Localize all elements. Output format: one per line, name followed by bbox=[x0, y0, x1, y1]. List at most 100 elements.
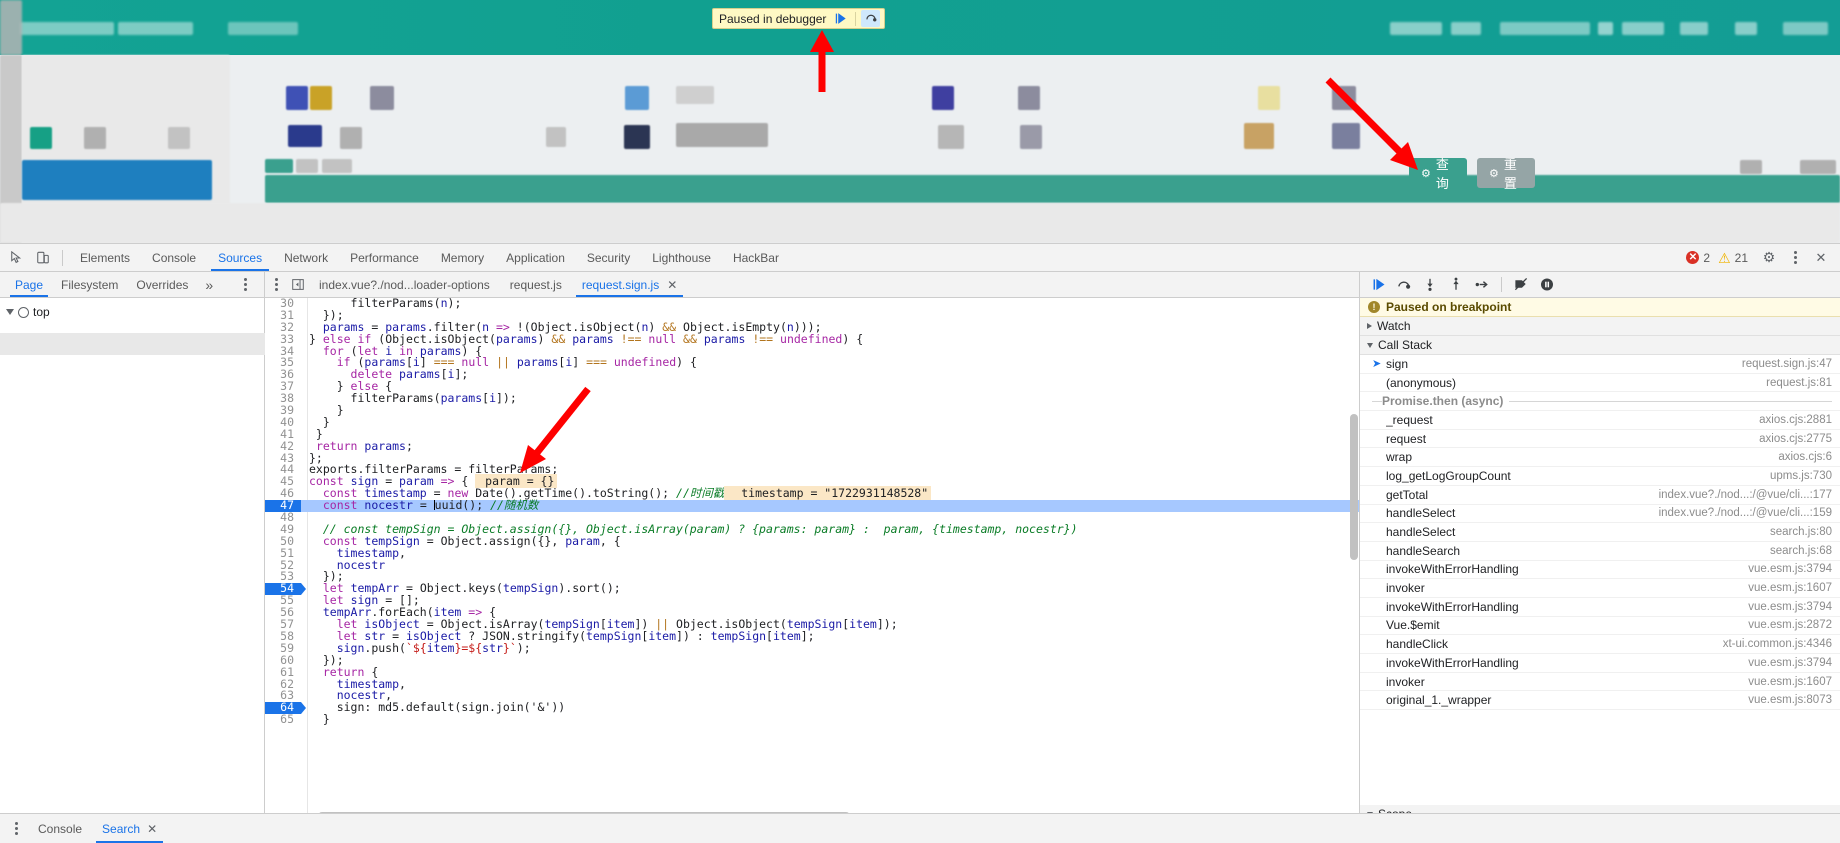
code-line-41[interactable]: 41 } bbox=[265, 428, 1359, 441]
call-stack-row[interactable]: invokeWithErrorHandling vue.esm.js:3794 bbox=[1360, 561, 1840, 580]
line-number[interactable]: 65 bbox=[265, 713, 301, 726]
call-stack-row[interactable]: handleSelect index.vue?./nod...:/@vue/cli… bbox=[1360, 505, 1840, 524]
section-watch[interactable]: Watch bbox=[1360, 317, 1840, 336]
code-line-61[interactable]: 61 return { bbox=[265, 666, 1359, 679]
call-stack-location[interactable]: request.js:81 bbox=[1766, 377, 1832, 389]
code-line-42[interactable]: 42 return params; bbox=[265, 440, 1359, 453]
call-stack-row[interactable]: original_1._wrapper vue.esm.js:8073 bbox=[1360, 691, 1840, 711]
call-stack-location[interactable]: index.vue?./nod...:/@vue/cli...:177 bbox=[1659, 489, 1832, 501]
code-line-62[interactable]: 62 timestamp, bbox=[265, 678, 1359, 691]
code-line-52[interactable]: 52 nocestr bbox=[265, 559, 1359, 572]
call-stack-location[interactable]: vue.esm.js:3794 bbox=[1748, 657, 1832, 669]
call-stack-row[interactable]: invokeWithErrorHandling vue.esm.js:3794 bbox=[1360, 598, 1840, 617]
tab-security[interactable]: Security bbox=[576, 244, 641, 271]
step-out-icon[interactable] bbox=[1444, 274, 1468, 296]
step-over-icon[interactable] bbox=[1392, 274, 1416, 296]
tab-network[interactable]: Network bbox=[273, 244, 339, 271]
pause-on-exceptions-icon[interactable] bbox=[1535, 274, 1559, 296]
resume-script-icon[interactable] bbox=[831, 10, 850, 27]
nav-tab-page[interactable]: Page bbox=[6, 272, 52, 297]
tab-memory[interactable]: Memory bbox=[430, 244, 495, 271]
code-line-65[interactable]: 65 } bbox=[265, 713, 1359, 726]
nav-more-tabs-button[interactable]: » bbox=[197, 277, 221, 293]
code-line-50[interactable]: 50 const tempSign = Object.assign({}, pa… bbox=[265, 535, 1359, 548]
editor-tab-request-sign-js[interactable]: request.sign.js ✕ bbox=[572, 272, 687, 297]
reset-button[interactable]: ⚙ 重置 bbox=[1477, 157, 1535, 191]
code-line-39[interactable]: 39 } bbox=[265, 404, 1359, 417]
step-over-icon[interactable] bbox=[861, 10, 881, 27]
code-line-40[interactable]: 40 } bbox=[265, 416, 1359, 429]
call-stack-row[interactable]: Promise.then (async) bbox=[1360, 392, 1840, 412]
editor-menu-icon[interactable] bbox=[265, 272, 287, 298]
call-stack-location[interactable]: vue.esm.js:2872 bbox=[1748, 619, 1832, 631]
call-stack-location[interactable]: xt-ui.common.js:4346 bbox=[1723, 638, 1832, 650]
code-line-51[interactable]: 51 timestamp, bbox=[265, 547, 1359, 560]
call-stack-row[interactable]: _request axios.cjs:2881 bbox=[1360, 411, 1840, 430]
call-stack-row[interactable]: wrap axios.cjs:6 bbox=[1360, 448, 1840, 468]
call-stack-location[interactable]: upms.js:730 bbox=[1770, 470, 1832, 482]
call-stack-row[interactable]: invoker vue.esm.js:1607 bbox=[1360, 673, 1840, 692]
step-into-icon[interactable] bbox=[1418, 274, 1442, 296]
code-line-59[interactable]: 59 sign.push(`${item}=${str}`); bbox=[265, 642, 1359, 655]
navigator-menu-icon[interactable] bbox=[234, 272, 256, 297]
tab-hackbar[interactable]: HackBar bbox=[722, 244, 790, 271]
error-count-badge[interactable]: ✕ 2 bbox=[1686, 251, 1716, 265]
call-stack-location[interactable]: vue.esm.js:3794 bbox=[1748, 601, 1832, 613]
call-stack-row[interactable]: Vue.$emit vue.esm.js:2872 bbox=[1360, 617, 1840, 636]
editor-tab-request-js[interactable]: request.js bbox=[500, 272, 572, 297]
show-navigator-icon[interactable] bbox=[287, 272, 309, 298]
call-stack-location[interactable]: index.vue?./nod...:/@vue/cli...:159 bbox=[1659, 507, 1832, 519]
call-stack-row[interactable]: ➤ sign request.sign.js:47 bbox=[1360, 355, 1840, 374]
code-editor[interactable]: 30 filterParams(n); 31 }); 32 params = par… bbox=[265, 298, 1359, 821]
code-line-30[interactable]: 30 filterParams(n); bbox=[265, 298, 1359, 310]
deactivate-breakpoints-icon[interactable] bbox=[1509, 274, 1533, 296]
nav-tab-overrides[interactable]: Overrides bbox=[127, 272, 197, 297]
drawer-tab-search[interactable]: Search ✕ bbox=[92, 814, 167, 843]
drawer-tab-console[interactable]: Console bbox=[28, 814, 92, 843]
call-stack-row[interactable]: handleClick xt-ui.common.js:4346 bbox=[1360, 635, 1840, 654]
tab-console[interactable]: Console bbox=[141, 244, 207, 271]
close-icon[interactable]: ✕ bbox=[147, 822, 157, 836]
warning-count-badge[interactable]: ⚠ 21 bbox=[1718, 251, 1754, 265]
call-stack-location[interactable]: search.js:68 bbox=[1770, 545, 1832, 557]
kebab-menu-icon[interactable] bbox=[1784, 246, 1806, 270]
call-stack-row[interactable]: (anonymous) request.js:81 bbox=[1360, 374, 1840, 393]
tree-item-top[interactable]: top bbox=[0, 303, 264, 321]
code-lines-container[interactable]: 30 filterParams(n); 31 }); 32 params = par… bbox=[265, 298, 1359, 821]
gear-icon[interactable]: ⚙ bbox=[1756, 246, 1782, 270]
section-call-stack[interactable]: Call Stack bbox=[1360, 336, 1840, 355]
tab-elements[interactable]: Elements bbox=[69, 244, 141, 271]
call-stack-location[interactable]: vue.esm.js:3794 bbox=[1748, 563, 1832, 575]
call-stack-location[interactable]: axios.cjs:6 bbox=[1778, 451, 1832, 463]
code-line-47[interactable]: 47 const nocestr = uuid(); //随机数 bbox=[265, 499, 1359, 513]
query-button[interactable]: ⚙ 查询 bbox=[1409, 157, 1467, 191]
call-stack-row[interactable]: log_getLogGroupCount upms.js:730 bbox=[1360, 467, 1840, 486]
call-stack-location[interactable]: request.sign.js:47 bbox=[1742, 358, 1832, 370]
call-stack-location[interactable]: axios.cjs:2881 bbox=[1759, 414, 1832, 426]
tab-performance[interactable]: Performance bbox=[339, 244, 430, 271]
call-stack-location[interactable]: vue.esm.js:1607 bbox=[1748, 582, 1832, 594]
tab-lighthouse[interactable]: Lighthouse bbox=[641, 244, 722, 271]
code-line-36[interactable]: 36 delete params[i]; bbox=[265, 368, 1359, 381]
nav-tab-filesystem[interactable]: Filesystem bbox=[52, 272, 127, 297]
call-stack-row[interactable]: invoker vue.esm.js:1607 bbox=[1360, 579, 1840, 598]
code-line-64[interactable]: 64 sign: md5.default(sign.join('&')) bbox=[265, 701, 1359, 715]
call-stack-row[interactable]: invokeWithErrorHandling vue.esm.js:3794 bbox=[1360, 654, 1840, 673]
close-icon[interactable]: ✕ bbox=[1808, 246, 1834, 270]
code-line-54[interactable]: 54 let tempArr = Object.keys(tempSign).s… bbox=[265, 582, 1359, 596]
call-stack-location[interactable]: axios.cjs:2775 bbox=[1759, 433, 1832, 445]
drawer-menu-icon[interactable] bbox=[4, 814, 28, 843]
resume-script-icon[interactable] bbox=[1366, 274, 1390, 296]
code-line-60[interactable]: 60 }); bbox=[265, 654, 1359, 667]
inspect-element-icon[interactable] bbox=[4, 246, 30, 270]
tab-application[interactable]: Application bbox=[495, 244, 576, 271]
call-stack-row[interactable]: handleSelect search.js:80 bbox=[1360, 523, 1840, 542]
call-stack-location[interactable]: vue.esm.js:1607 bbox=[1748, 676, 1832, 688]
step-icon[interactable] bbox=[1470, 274, 1494, 296]
call-stack-row[interactable]: getTotal index.vue?./nod...:/@vue/cli...:… bbox=[1360, 486, 1840, 505]
call-stack-location[interactable]: vue.esm.js:8073 bbox=[1748, 694, 1832, 706]
code-line-38[interactable]: 38 filterParams(params[i]); bbox=[265, 392, 1359, 405]
editor-tab-index-vue[interactable]: index.vue?./nod...loader-options bbox=[309, 272, 500, 297]
call-stack-row[interactable]: handleSearch search.js:68 bbox=[1360, 542, 1840, 561]
close-icon[interactable]: ✕ bbox=[667, 278, 677, 292]
